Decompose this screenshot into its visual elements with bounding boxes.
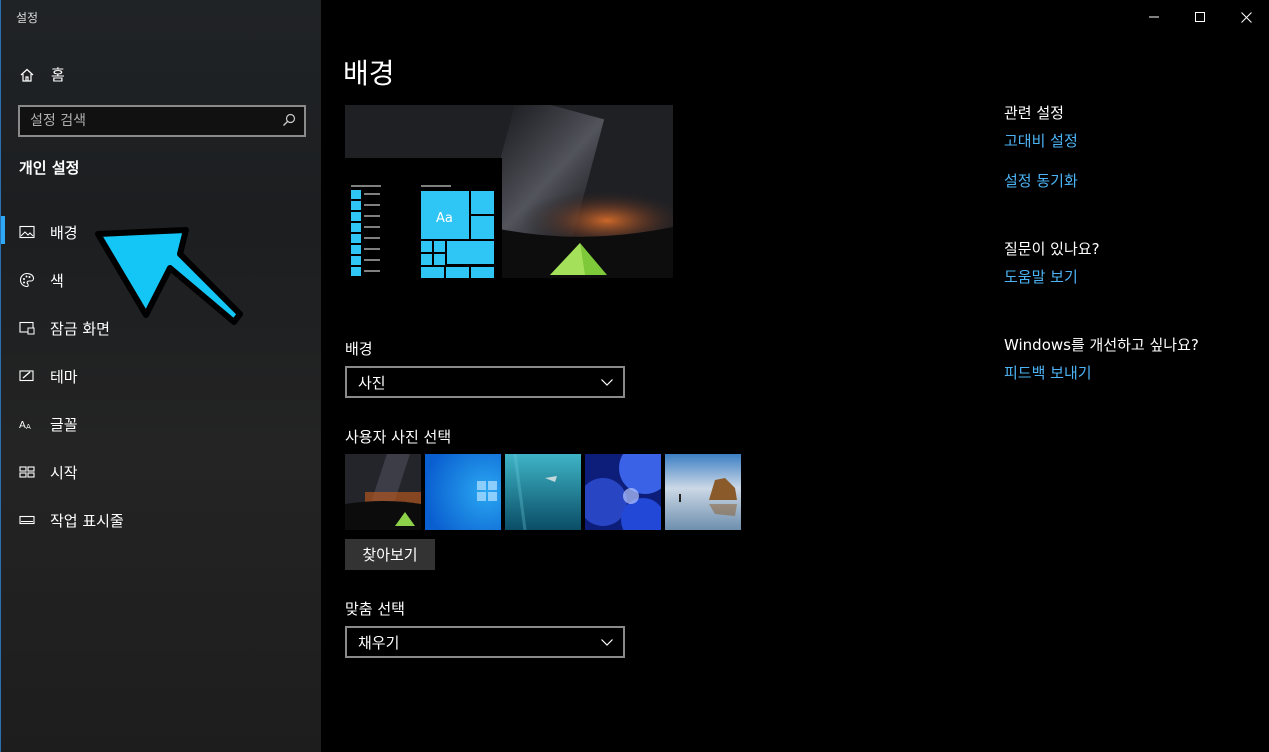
- choose-picture-label: 사용자 사진 선택: [345, 428, 452, 446]
- window-title: 설정: [16, 11, 39, 25]
- sidebar: 설정 홈 개인 설정 배경 색 잠금 화면: [0, 0, 321, 752]
- maximize-icon: [1195, 12, 1205, 22]
- sidebar-item-taskbar[interactable]: 작업 표시줄: [1, 496, 322, 544]
- sync-settings-link[interactable]: 설정 동기화: [1004, 170, 1078, 191]
- sidebar-item-label: 색: [50, 271, 64, 290]
- taskbar-icon: [19, 512, 35, 528]
- sidebar-item-label: 시작: [50, 463, 78, 482]
- picture-thumbnail-underwater[interactable]: [505, 454, 581, 530]
- window-controls: [1131, 0, 1269, 34]
- background-type-value: 사진: [358, 373, 386, 392]
- sidebar-item-label: 테마: [50, 367, 78, 386]
- background-type-label: 배경: [345, 340, 373, 358]
- picture-thumbnail-blue-bubbles[interactable]: [585, 454, 661, 530]
- settings-search-input[interactable]: [30, 113, 270, 129]
- fit-value: 채우기: [358, 633, 400, 652]
- search-icon[interactable]: [282, 112, 296, 131]
- picture-thumbnail-windows-blue[interactable]: [425, 454, 501, 530]
- palette-icon: [19, 272, 35, 288]
- start-icon: [19, 464, 35, 480]
- recent-pictures: [345, 454, 741, 530]
- section-title: 개인 설정: [19, 159, 80, 177]
- sidebar-item-start[interactable]: 시작: [1, 448, 322, 496]
- chevron-down-icon: [601, 638, 613, 646]
- high-contrast-link[interactable]: 고대비 설정: [1004, 130, 1078, 151]
- question-heading: 질문이 있나요?: [1004, 240, 1100, 258]
- font-icon: AA: [19, 416, 35, 432]
- picture-thumbnail-beach[interactable]: [665, 454, 741, 530]
- home-nav-item[interactable]: 홈: [19, 64, 65, 85]
- sidebar-item-themes[interactable]: 테마: [1, 352, 322, 400]
- maximize-button[interactable]: [1177, 0, 1223, 34]
- settings-search-box[interactable]: [18, 105, 306, 137]
- svg-text:A: A: [26, 423, 31, 431]
- theme-icon: [19, 368, 35, 384]
- lock-screen-icon: [19, 320, 35, 336]
- sidebar-item-label: 글꼴: [50, 415, 78, 434]
- sidebar-item-fonts[interactable]: AA 글꼴: [1, 400, 322, 448]
- related-settings-heading: 관련 설정: [1004, 104, 1064, 122]
- get-help-link[interactable]: 도움말 보기: [1004, 266, 1078, 287]
- home-label: 홈: [51, 66, 65, 84]
- fit-label: 맞춤 선택: [345, 600, 405, 618]
- send-feedback-link[interactable]: 피드백 보내기: [1004, 362, 1092, 383]
- improve-windows-heading: Windows를 개선하고 싶나요?: [1004, 336, 1199, 354]
- background-preview: Aa: [345, 105, 673, 278]
- sidebar-item-label: 작업 표시줄: [50, 511, 124, 530]
- picture-thumbnail-camping[interactable]: [345, 454, 421, 530]
- pointer-arrow-annotation: [95, 227, 243, 325]
- page-title: 배경: [343, 57, 395, 90]
- chevron-down-icon: [601, 378, 613, 386]
- background-type-dropdown[interactable]: 사진: [345, 366, 625, 398]
- minimize-button[interactable]: [1131, 0, 1177, 34]
- home-icon: [19, 67, 35, 83]
- fit-dropdown[interactable]: 채우기: [345, 626, 625, 658]
- close-button[interactable]: [1223, 0, 1269, 34]
- browse-button[interactable]: 찾아보기: [345, 539, 435, 570]
- preview-tile-text: Aa: [436, 211, 453, 226]
- close-icon: [1240, 11, 1252, 23]
- picture-icon: [19, 224, 35, 240]
- svg-text:A: A: [19, 420, 26, 431]
- sidebar-item-label: 배경: [50, 223, 78, 242]
- minimize-icon: [1149, 16, 1159, 18]
